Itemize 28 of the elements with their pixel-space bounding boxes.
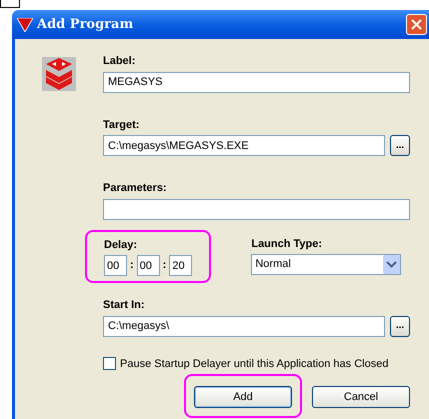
field-label: Start In: xyxy=(103,298,146,313)
field-label: Target: xyxy=(103,118,140,132)
start-in-field[interactable]: C:\megasys\ xyxy=(103,316,385,336)
app-icon xyxy=(17,18,33,32)
time-separator: : xyxy=(129,258,135,274)
field-label: Delay: xyxy=(104,238,138,252)
checkbox-label: Pause Startup Delayer until this Application has Closed xyxy=(120,356,388,372)
field-label: Parameters: xyxy=(103,181,168,196)
delay-field[interactable]: 00 xyxy=(104,255,127,276)
delay-field[interactable]: 00 xyxy=(136,255,160,276)
pause-checkbox[interactable] xyxy=(103,357,116,370)
close-icon xyxy=(411,19,422,30)
window-title: Add Program xyxy=(37,16,134,34)
stack-icon xyxy=(42,57,76,91)
parameters-field[interactable] xyxy=(103,198,410,220)
time-separator: : xyxy=(162,258,168,274)
launch-type-select[interactable]: Normal xyxy=(251,254,402,275)
field-label: Launch Type: xyxy=(251,236,324,252)
field-label: Label: xyxy=(103,54,136,69)
close-button[interactable] xyxy=(406,14,427,35)
browse-button[interactable]: ... xyxy=(390,316,410,336)
dropdown-icon xyxy=(383,255,400,274)
target-field[interactable]: C:\megasys\MEGASYS.EXE xyxy=(103,135,385,156)
browse-button[interactable]: ... xyxy=(390,135,410,156)
label-field[interactable]: MEGASYS xyxy=(103,72,410,92)
dialog-button[interactable]: Cancel xyxy=(312,386,410,408)
dialog-button[interactable]: Add xyxy=(194,386,292,408)
delay-field[interactable]: 20 xyxy=(169,255,192,276)
